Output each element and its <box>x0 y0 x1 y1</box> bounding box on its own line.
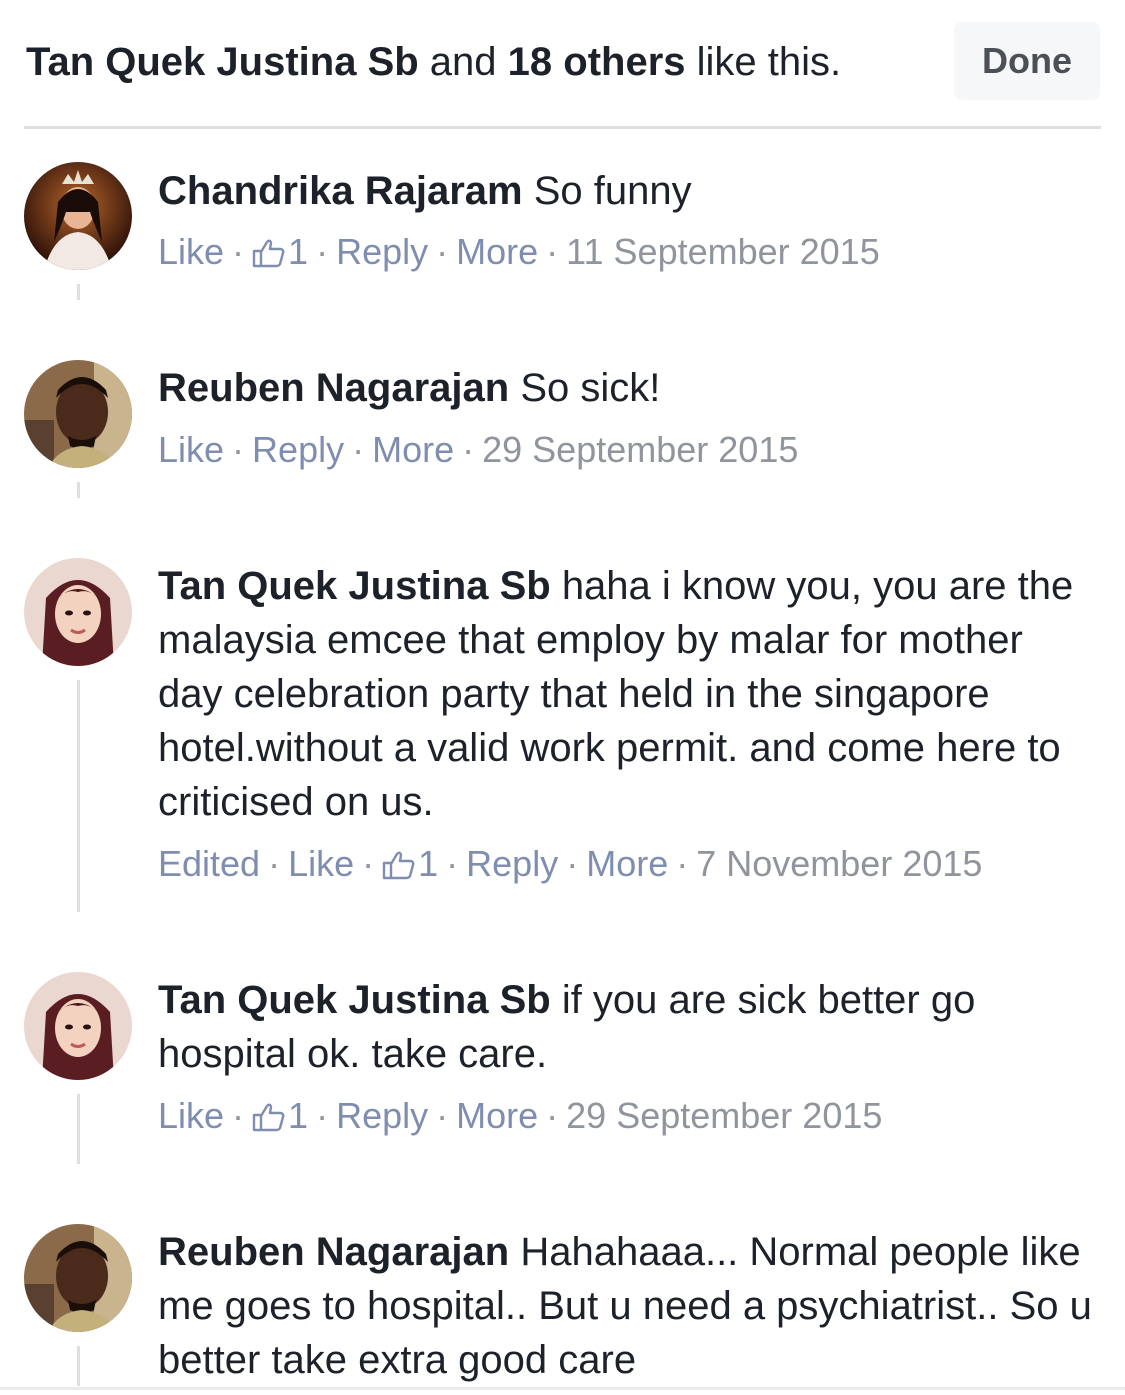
separator: · <box>462 429 475 470</box>
avatar[interactable] <box>24 162 132 270</box>
comment-author[interactable]: Tan Quek Justina Sb <box>158 564 551 608</box>
thumbs-up-icon <box>252 1103 285 1132</box>
more-link[interactable]: More <box>456 1095 538 1136</box>
separator: · <box>546 231 559 272</box>
reply-link[interactable]: Reply <box>466 843 558 884</box>
separator: · <box>546 1095 559 1136</box>
comment-date[interactable]: 29 September 2015 <box>566 1095 882 1136</box>
comment-date[interactable]: 11 September 2015 <box>566 231 880 272</box>
header-divider <box>24 126 1101 129</box>
likes-and: and <box>418 40 508 84</box>
separator: · <box>316 231 329 272</box>
separator: · <box>352 429 365 470</box>
likes-names[interactable]: Tan Quek Justina Sb <box>26 40 419 84</box>
comment-text: So sick! <box>520 366 661 410</box>
reaction-count[interactable]: 1 <box>252 231 308 272</box>
edited-link[interactable]: Edited <box>158 843 260 884</box>
like-link[interactable]: Like <box>288 843 354 884</box>
comment-author[interactable]: Tan Quek Justina Sb <box>158 978 551 1022</box>
reaction-count-value: 1 <box>418 843 439 884</box>
thread-line <box>77 284 80 300</box>
avatar-photo-icon <box>24 162 132 270</box>
likes-others[interactable]: 18 others <box>508 40 686 84</box>
reply-link[interactable]: Reply <box>252 429 344 470</box>
avatar[interactable] <box>24 360 132 468</box>
comment-date[interactable]: 7 November 2015 <box>696 843 982 884</box>
separator: · <box>268 843 281 884</box>
comment-author[interactable]: Chandrika Rajaram <box>158 169 523 213</box>
comment-meta: Like · Reply · More · 29 September 2015 <box>158 428 798 472</box>
reaction-count-value: 1 <box>288 231 309 272</box>
separator: · <box>566 843 579 884</box>
separator: · <box>316 1095 329 1136</box>
done-button[interactable]: Done <box>954 22 1100 100</box>
reaction-count-value: 1 <box>288 1095 309 1136</box>
comment-meta: Edited · Like · 1 · Reply · More · 7 November 2015 <box>158 842 982 886</box>
avatar[interactable] <box>24 558 132 666</box>
thumbs-up-icon <box>382 851 415 880</box>
like-link[interactable]: Like <box>158 429 224 470</box>
reply-link[interactable]: Reply <box>336 1095 428 1136</box>
avatar[interactable] <box>24 1224 132 1332</box>
like-link[interactable]: Like <box>158 231 224 272</box>
avatar-photo-icon <box>24 558 132 666</box>
likes-summary[interactable]: Tan Quek Justina Sb and 18 others like t… <box>26 38 841 86</box>
comment-meta: Like · 1 · Reply · More · 29 September 2015 <box>158 1094 882 1138</box>
separator: · <box>232 1095 245 1136</box>
likes-suffix: like this. <box>685 40 842 84</box>
more-link[interactable]: More <box>586 843 668 884</box>
thread-line <box>77 1346 80 1386</box>
reply-link[interactable]: Reply <box>336 231 428 272</box>
avatar-photo-icon <box>24 972 132 1080</box>
reaction-count[interactable]: 1 <box>252 1095 308 1136</box>
avatar-photo-icon <box>24 360 132 468</box>
comment-date[interactable]: 29 September 2015 <box>482 429 798 470</box>
thumbs-up-icon <box>252 239 285 268</box>
likes-header: Tan Quek Justina Sb and 18 others like t… <box>0 0 1125 128</box>
reaction-count[interactable]: 1 <box>382 843 438 884</box>
comment-author[interactable]: Reuben Nagarajan <box>158 366 509 410</box>
thread-line <box>77 680 80 912</box>
like-link[interactable]: Like <box>158 1095 224 1136</box>
more-link[interactable]: More <box>372 429 454 470</box>
separator: · <box>436 1095 449 1136</box>
separator: · <box>362 843 375 884</box>
comment-author[interactable]: Reuben Nagarajan <box>158 1230 509 1274</box>
comment-meta: Like · 1 · Reply · More · 11 September 2015 <box>158 230 880 274</box>
comment-text: So funny <box>533 169 692 213</box>
separator: · <box>436 231 449 272</box>
thread-line <box>77 1094 80 1164</box>
avatar[interactable] <box>24 972 132 1080</box>
separator: · <box>232 231 245 272</box>
separator: · <box>232 429 245 470</box>
more-link[interactable]: More <box>456 231 538 272</box>
thread-line <box>77 482 80 498</box>
separator: · <box>676 843 689 884</box>
avatar-photo-icon <box>24 1224 132 1332</box>
separator: · <box>446 843 459 884</box>
bottom-divider <box>0 1387 1125 1390</box>
